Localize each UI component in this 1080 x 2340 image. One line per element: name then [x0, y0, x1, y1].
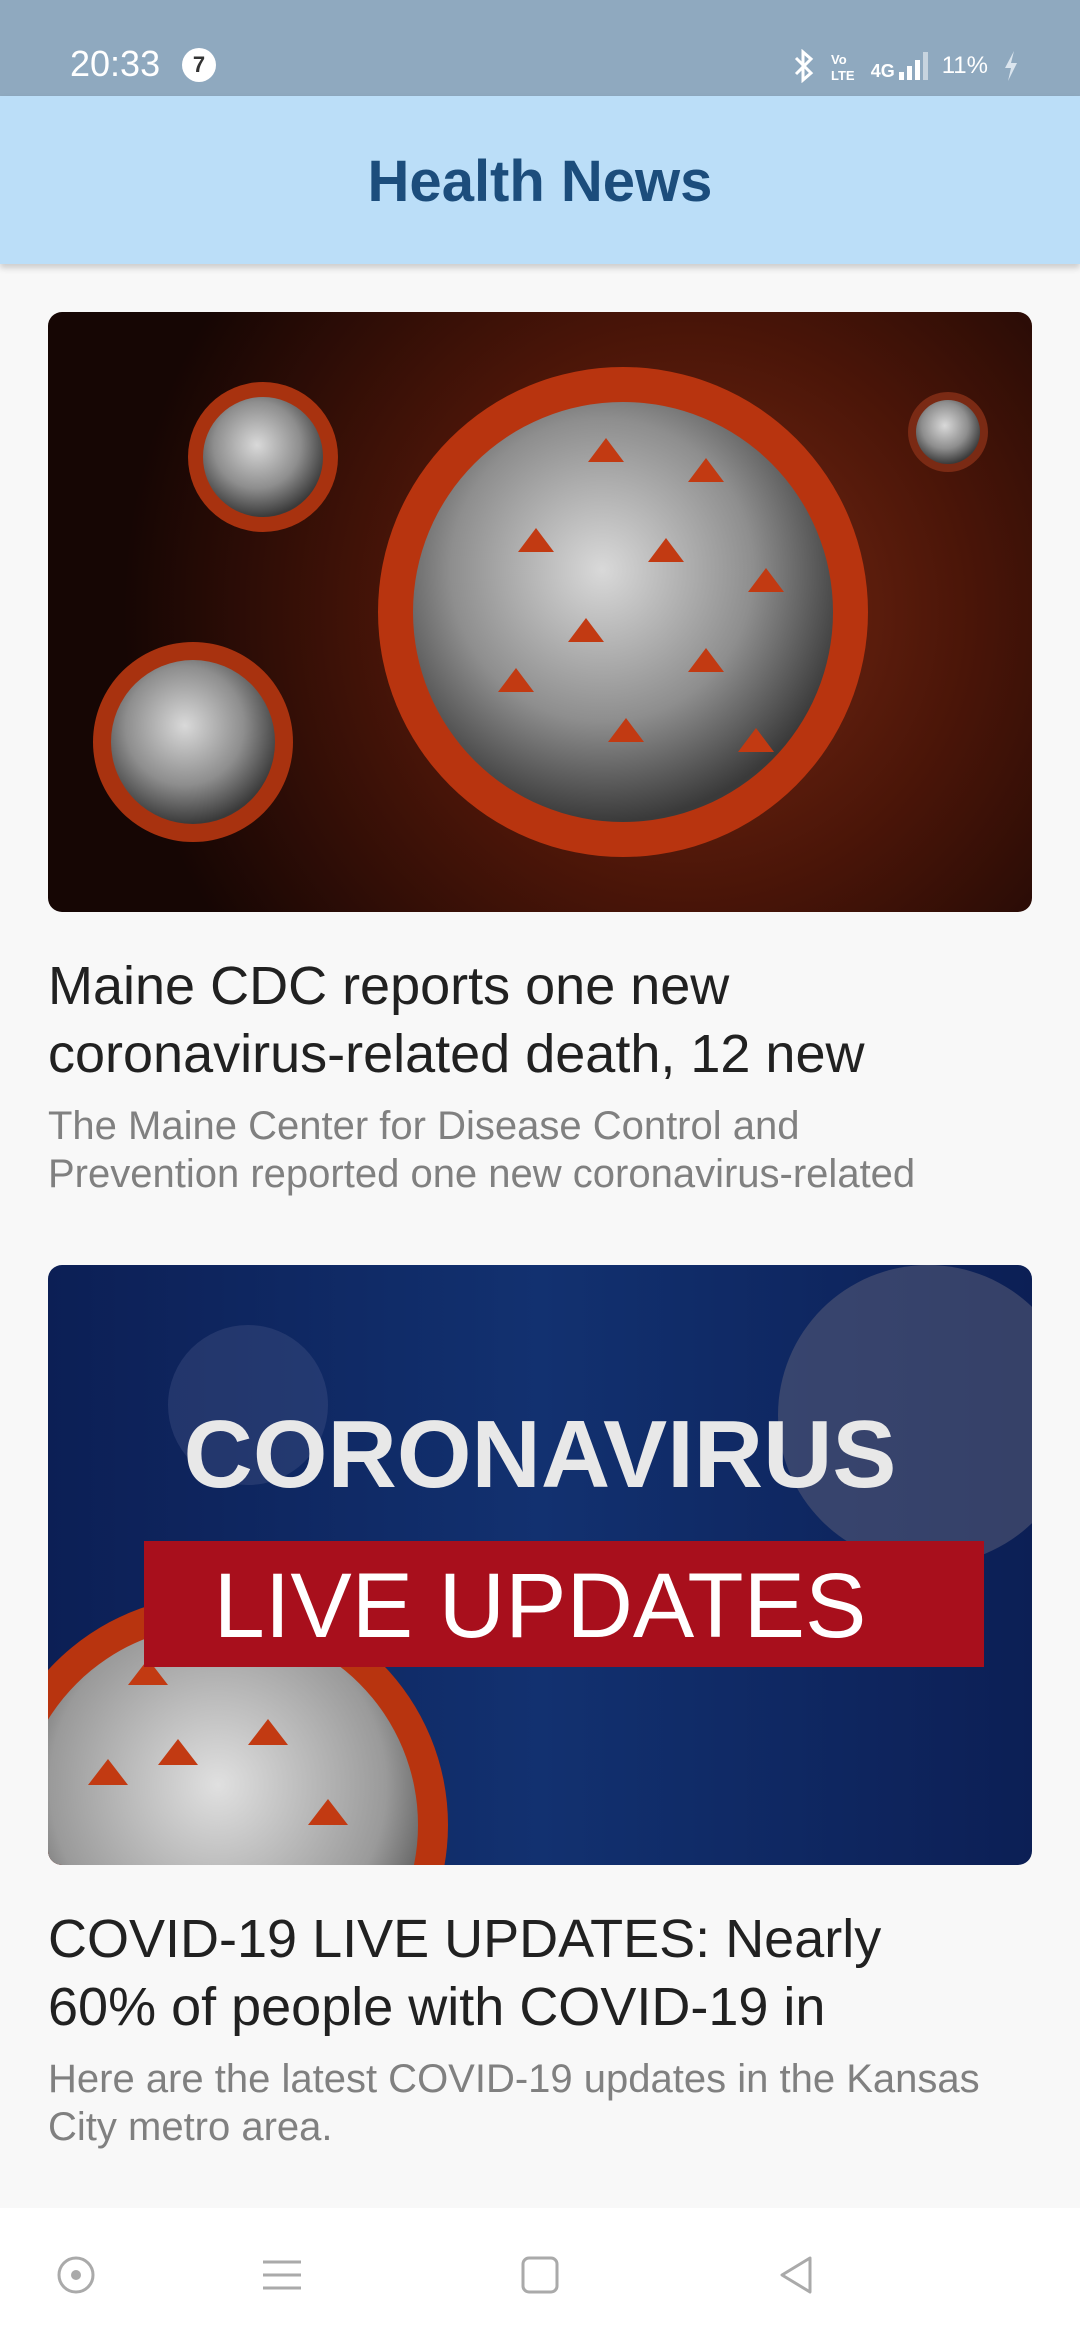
article-card[interactable]: Maine CDC reports one new coronavirus-re…	[48, 312, 1032, 1198]
article-image[interactable]: CORONAVIRUS LIVE UPDATES	[48, 1265, 1032, 1865]
svg-text:LTE: LTE	[831, 68, 855, 83]
battery-percent: 11%	[941, 52, 988, 79]
snippet-line[interactable]: The Maine Center for Disease Control and	[48, 1102, 1032, 1150]
status-time: 20:33	[70, 43, 161, 84]
article-snippet[interactable]: The Maine Center for Disease Control and…	[48, 1102, 1032, 1198]
headline-line[interactable]: 60% of people with COVID-19 in	[48, 1973, 1032, 2041]
4g-signal-icon: 4G	[871, 52, 928, 80]
image-title-text: CORONAVIRUS	[184, 1401, 897, 1508]
coronavirus-illustration	[93, 367, 988, 857]
article-headline[interactable]: COVID-19 LIVE UPDATES: Nearly 60% of peo…	[48, 1905, 1032, 2041]
article-snippet[interactable]: Here are the latest COVID-19 updates in …	[48, 2055, 1032, 2151]
battery-charging-icon	[1005, 51, 1017, 81]
back-triangle-icon[interactable]	[774, 2253, 818, 2297]
menu-lines-icon[interactable]	[260, 2253, 304, 2297]
bluetooth-icon	[794, 49, 813, 83]
notification-count-badge: 7	[182, 48, 216, 82]
headline-line[interactable]: Maine CDC reports one new	[48, 952, 1032, 1020]
status-bar: 20:33 7 Vo LTE 4G 11%	[0, 0, 1080, 96]
snippet-line[interactable]: Prevention reported one new coronavirus-…	[48, 1150, 1032, 1198]
article-headline[interactable]: Maine CDC reports one new coronavirus-re…	[48, 952, 1032, 1088]
signal-bars-icon	[898, 52, 928, 80]
snippet-line[interactable]: Here are the latest COVID-19 updates in …	[48, 2055, 1032, 2103]
coronavirus-live-updates-illustration: CORONAVIRUS LIVE UPDATES	[48, 1265, 1032, 1865]
headline-line[interactable]: COVID-19 LIVE UPDATES: Nearly	[48, 1905, 1032, 1973]
system-navigation-bar	[0, 2208, 1080, 2340]
article-card[interactable]: CORONAVIRUS LIVE UPDATES COVID-19 LIVE U…	[48, 1265, 1032, 2151]
article-image[interactable]	[48, 312, 1032, 912]
image-subtitle-text: LIVE UPDATES	[214, 1555, 867, 1657]
app-bar: Health News	[0, 96, 1080, 264]
assistant-dot-icon[interactable]	[54, 2253, 98, 2297]
app-title: Health News	[367, 149, 713, 214]
volte-icon: Vo LTE	[831, 52, 855, 83]
svg-text:Vo: Vo	[831, 52, 847, 67]
status-icons: Vo LTE 4G 11%	[793, 46, 1020, 86]
snippet-line[interactable]: City metro area.	[48, 2103, 1032, 2151]
headline-line[interactable]: coronavirus-related death, 12 new	[48, 1020, 1032, 1088]
home-square-icon[interactable]	[518, 2253, 562, 2297]
